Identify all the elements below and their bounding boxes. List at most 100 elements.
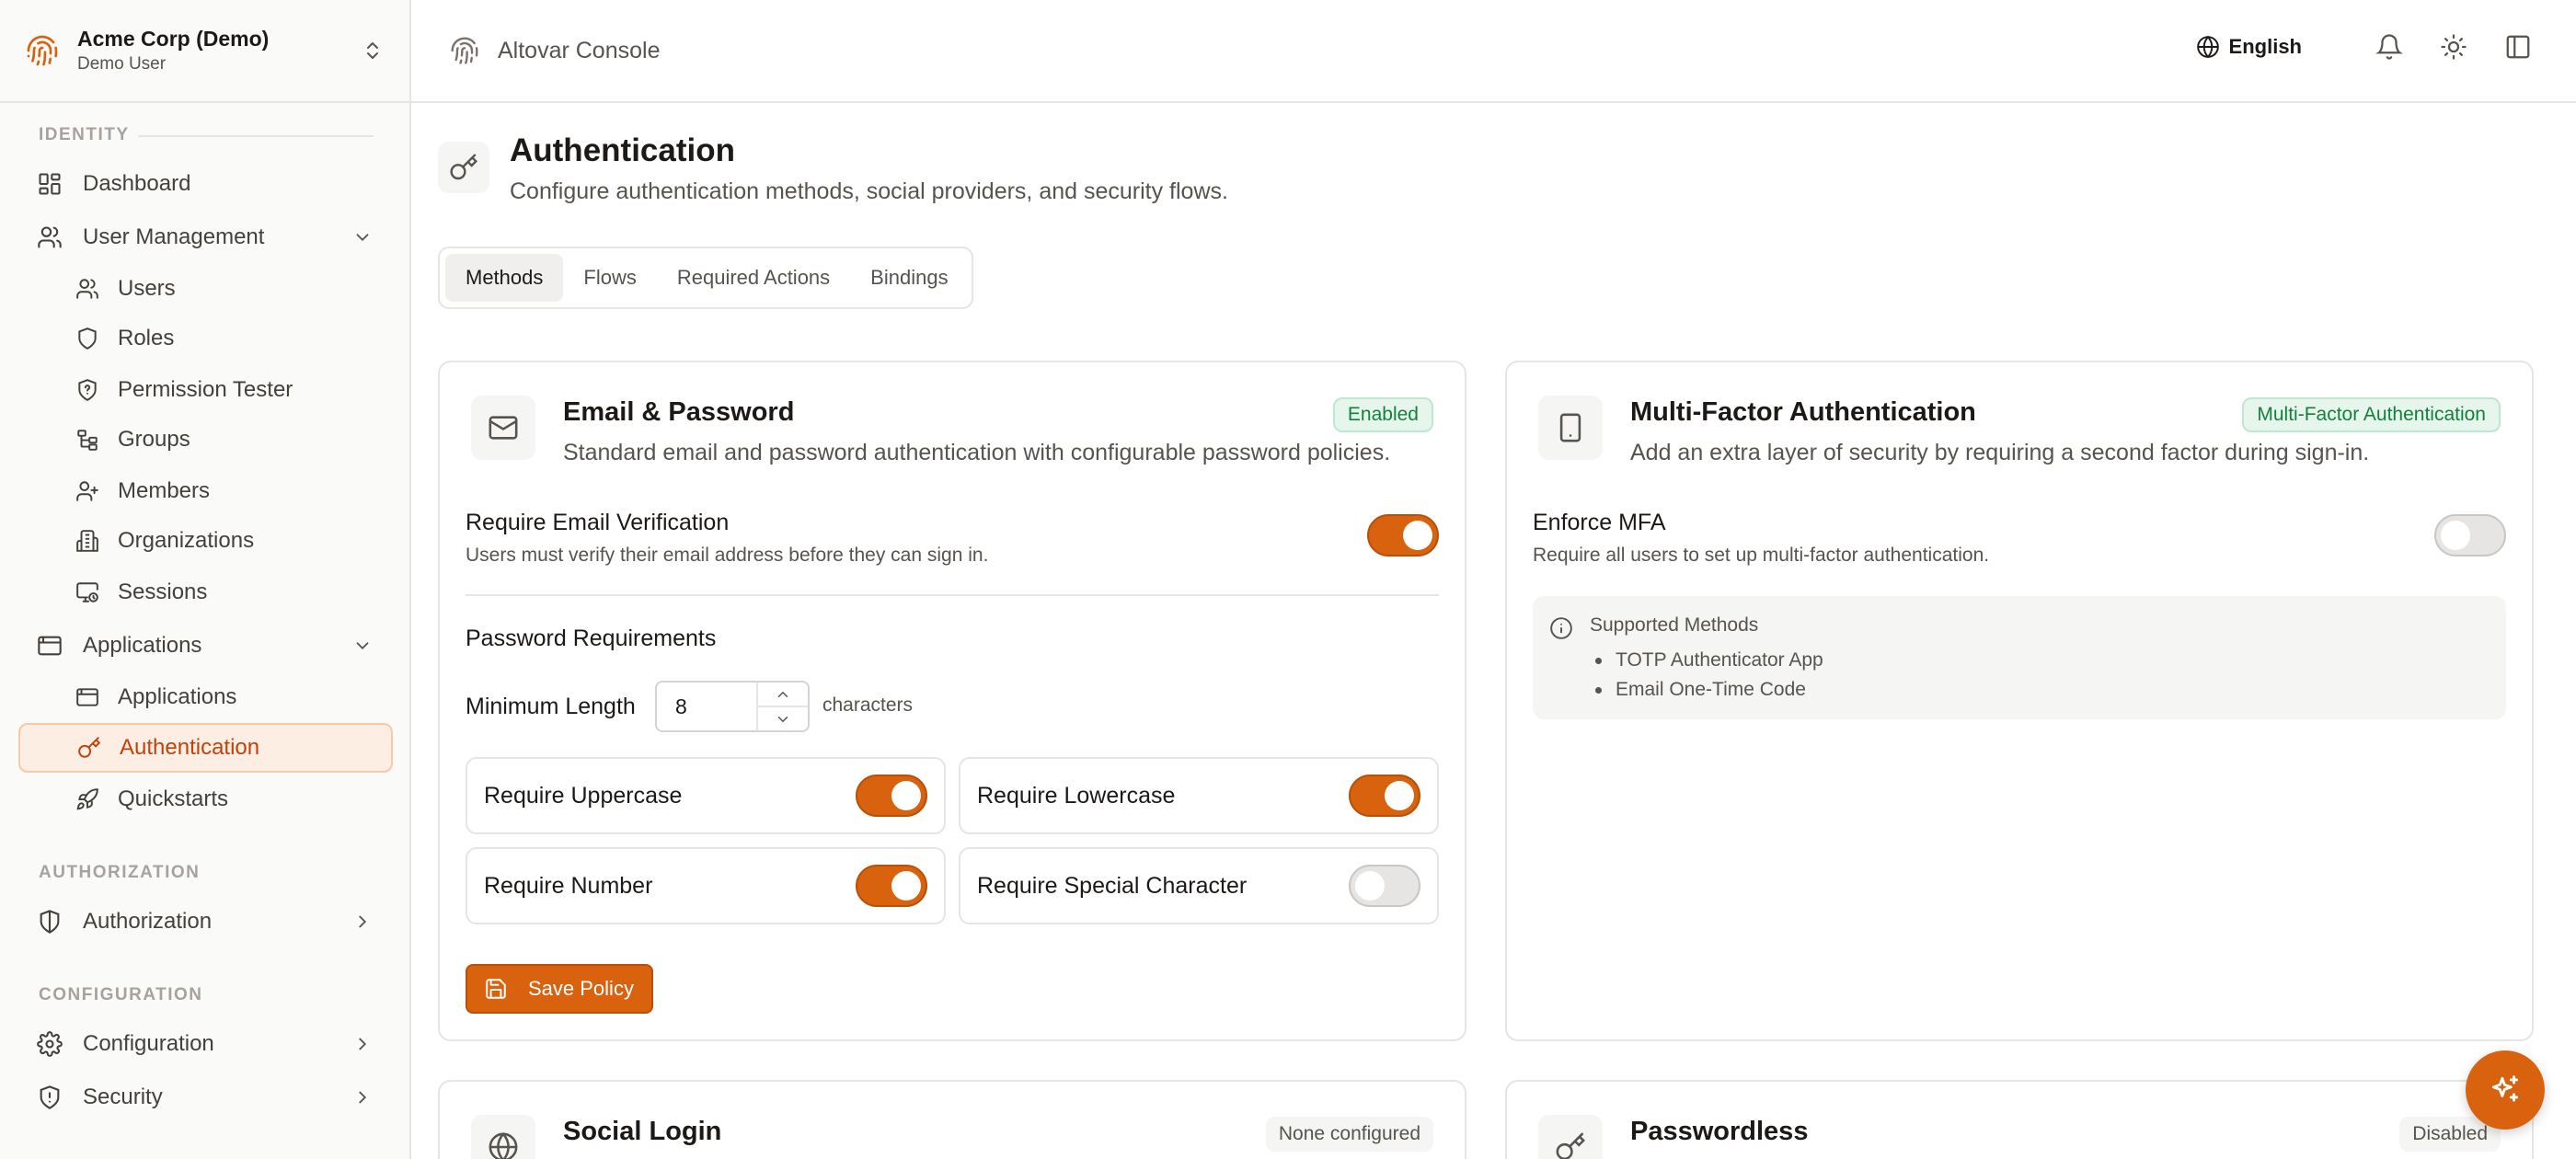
sidebar-item-permission-tester[interactable]: Permission Tester	[18, 365, 393, 415]
require-uppercase-toggle[interactable]	[856, 775, 927, 817]
sidebar-item-configuration[interactable]: Configuration	[18, 1019, 393, 1069]
email-verification-label: Require Email Verification	[466, 510, 730, 535]
sidebar-item-members[interactable]: Members	[18, 466, 393, 516]
app-window-icon	[38, 636, 62, 656]
sidebar-item-applications-group[interactable]: Applications	[18, 621, 393, 671]
card-title: Passwordless	[1630, 1117, 1809, 1146]
org-name: Acme Corp (Demo)	[77, 27, 270, 51]
card-title: Email & Password	[563, 397, 795, 427]
enforce-mfa-toggle[interactable]	[2434, 514, 2506, 557]
tab-list: Methods Flows Required Actions Bindings	[438, 247, 973, 309]
sidebar-item-label: Authorization	[83, 909, 213, 934]
card-divider	[466, 594, 1439, 596]
panel-left-icon[interactable]	[2504, 33, 2532, 61]
card-description: Add an extra layer of security by requir…	[1630, 440, 2370, 465]
fingerprint-logo-icon	[27, 35, 58, 66]
section-heading-authorization: AUTHORIZATION	[39, 863, 201, 882]
card-icon	[1538, 1115, 1603, 1159]
chevron-right-icon	[359, 1038, 367, 1050]
key-icon	[78, 737, 101, 758]
require-special-character-toggle[interactable]	[1349, 865, 1420, 907]
status-badge: None configured	[1265, 1117, 1433, 1152]
card-icon	[1538, 396, 1603, 460]
section-heading-identity: IDENTITY	[39, 125, 130, 144]
groups-icon	[77, 430, 98, 451]
sun-icon[interactable]	[2440, 33, 2467, 61]
list-item: Email One-Time Code	[1590, 675, 1823, 705]
supported-methods-box: Supported Methods TOTP Authenticator App…	[1533, 596, 2506, 719]
require-number-toggle[interactable]	[856, 865, 927, 907]
page-icon	[438, 142, 489, 193]
sidebar-item-label: Organizations	[118, 528, 255, 553]
sidebar-item-user-management[interactable]: User Management	[18, 212, 393, 262]
rocket-icon	[76, 788, 98, 810]
sidebar-item-sessions[interactable]: Sessions	[18, 568, 393, 617]
minimum-length-stepper[interactable]: 8	[655, 681, 810, 732]
sidebar-item-quickstarts[interactable]: Quickstarts	[18, 775, 393, 824]
card-title: Multi-Factor Authentication	[1630, 397, 1976, 427]
require-number-option: Require Number	[466, 847, 946, 924]
tab-bindings[interactable]: Bindings	[850, 254, 968, 302]
sidebar-item-organizations[interactable]: Organizations	[18, 516, 393, 566]
toggle-knob	[1355, 871, 1385, 901]
sidebar-item-users[interactable]: Users	[18, 264, 393, 314]
app-title: Altovar Console	[498, 37, 661, 63]
card-icon	[471, 396, 535, 460]
page-title: Authentication	[510, 132, 735, 168]
sidebar-item-authentication[interactable]: Authentication	[18, 723, 393, 773]
bell-icon[interactable]	[2375, 33, 2403, 61]
app-window-icon	[76, 688, 98, 706]
card-description: Standard email and password authenticati…	[563, 440, 1391, 465]
org-user: Demo User	[77, 54, 167, 74]
email-verification-toggle[interactable]	[1367, 514, 1439, 557]
sidebar-item-label: Roles	[118, 326, 175, 350]
building-icon	[76, 530, 98, 552]
card-icon	[471, 1115, 535, 1159]
smartphone-icon	[1559, 413, 1581, 442]
tab-flows[interactable]: Flows	[563, 254, 656, 302]
sidebar-item-authorization[interactable]: Authorization	[18, 897, 393, 947]
shield-alert-icon	[40, 1085, 60, 1109]
require-lowercase-toggle[interactable]	[1349, 775, 1420, 817]
sidebar-item-label: Permission Tester	[118, 377, 293, 402]
key-icon	[1556, 1132, 1585, 1159]
increment-button[interactable]	[758, 683, 808, 707]
option-label: Require Number	[484, 873, 653, 899]
shield-icon	[78, 327, 97, 350]
sidebar-item-label: Authentication	[120, 735, 260, 760]
tab-methods[interactable]: Methods	[445, 254, 564, 302]
monitor-clock-icon	[76, 582, 98, 602]
language-switcher[interactable]: English	[2196, 35, 2302, 59]
org-switcher[interactable]: Acme Corp (Demo) Demo User	[0, 0, 409, 103]
page-subtitle: Configure authentication methods, social…	[510, 178, 1228, 204]
decrement-button[interactable]	[758, 707, 808, 730]
sidebar-item-groups[interactable]: Groups	[18, 415, 393, 465]
top-header: Altovar Console English	[411, 0, 2576, 103]
toggle-knob	[1403, 521, 1432, 550]
require-lowercase-option: Require Lowercase	[959, 757, 1439, 834]
sidebar-item-label: Security	[83, 1084, 163, 1109]
section-heading-configuration: CONFIGURATION	[39, 985, 203, 1004]
tab-required-actions[interactable]: Required Actions	[657, 254, 850, 302]
save-policy-button[interactable]: Save Policy	[466, 964, 653, 1014]
dashboard-icon	[39, 173, 61, 195]
globe-icon	[489, 1131, 518, 1159]
card-title: Social Login	[563, 1117, 722, 1146]
supported-methods-list: TOTP Authenticator App Email One-Time Co…	[1590, 646, 1823, 705]
shield-question-icon	[78, 379, 97, 401]
minimum-length-unit: characters	[822, 694, 914, 716]
sidebar-item-roles[interactable]: Roles	[18, 314, 393, 363]
enforce-mfa-label: Enforce MFA	[1533, 510, 1666, 535]
sidebar-item-applications[interactable]: Applications	[18, 672, 393, 722]
sidebar-item-dashboard[interactable]: Dashboard	[18, 159, 393, 209]
sidebar-item-security[interactable]: Security	[18, 1073, 393, 1122]
ai-assistant-button[interactable]	[2466, 1050, 2545, 1130]
chevron-down-icon	[356, 642, 369, 650]
shield-half-icon	[40, 910, 60, 934]
sidebar-item-label: Sessions	[118, 580, 208, 604]
save-icon	[486, 979, 506, 999]
users-icon	[76, 279, 98, 299]
save-policy-label: Save Policy	[528, 977, 634, 1000]
info-icon	[1550, 617, 1572, 639]
minimum-length-input[interactable]: 8	[657, 683, 758, 730]
